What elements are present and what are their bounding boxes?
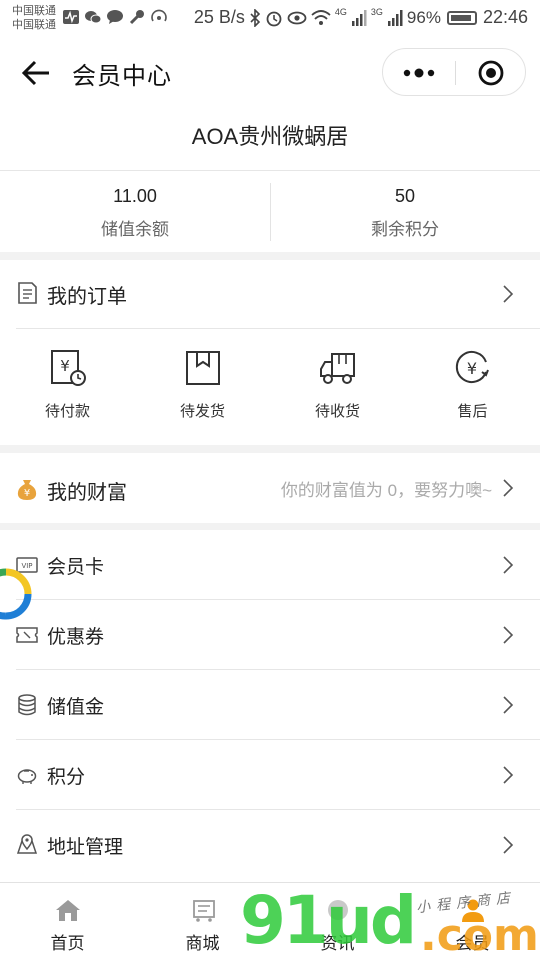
menu-coupons-label: 优惠券 xyxy=(47,627,105,648)
message-icon xyxy=(107,10,123,24)
carrier-1: 中国联通 xyxy=(12,5,56,17)
tab-member-label: 会员 xyxy=(455,934,490,953)
order-pending-receipt[interactable]: 待收货 xyxy=(270,344,405,424)
chevron-right-icon xyxy=(503,696,514,714)
wifi-icon xyxy=(311,9,331,25)
refund-icon: ¥ xyxy=(455,351,489,383)
svg-text:¥: ¥ xyxy=(24,488,30,499)
wrench-icon xyxy=(129,10,144,25)
menu-vip-card-label: 会员卡 xyxy=(47,557,105,578)
activity-icon xyxy=(63,10,79,24)
more-button[interactable] xyxy=(383,49,455,97)
net-4g-label: 4G xyxy=(334,7,347,17)
tab-shop[interactable]: 商城 xyxy=(135,883,270,960)
status-right: 25 B/s 4G 3G 96% 22:46 xyxy=(194,7,528,28)
orders-card: 我的订单 ¥ 待付款 待发货 待收货 ¥ 售后 xyxy=(0,260,540,445)
alarm-icon xyxy=(266,11,282,26)
order-pending-receipt-label: 待收货 xyxy=(314,403,360,420)
tab-shop-label: 商城 xyxy=(185,934,220,953)
shop-name: AOA贵州微蜗居 xyxy=(0,110,540,170)
net-speed: 25 B/s xyxy=(193,7,245,27)
arrow-left-icon[interactable] xyxy=(20,56,54,90)
piggy-bank-icon xyxy=(17,769,37,784)
orders-divider xyxy=(16,328,540,329)
member-menu: VIP 会员卡 优惠券 储值金 积分 地址管理 xyxy=(0,530,540,882)
carrier-info: 中国联通 中国联通 xyxy=(12,4,56,32)
net-3g-label: 3G xyxy=(370,7,383,17)
order-pending-payment[interactable]: ¥ 待付款 xyxy=(0,344,135,424)
menu-address-label: 地址管理 xyxy=(47,837,124,858)
truck-icon xyxy=(319,353,355,384)
home-icon xyxy=(55,900,80,921)
carrier-2: 中国联通 xyxy=(12,19,56,31)
menu-vip-card[interactable]: VIP 会员卡 xyxy=(0,530,540,600)
stat-balance[interactable]: 11.00 储值余额 xyxy=(0,171,270,253)
miniprogram-capsule xyxy=(382,48,526,96)
status-bar: 中国联通 中国联通 25 B/s 4G 3G 96% 22:46 xyxy=(0,0,540,36)
pending-shipment-icon xyxy=(185,351,220,385)
close-miniprogram-button[interactable] xyxy=(455,49,527,97)
order-after-sales[interactable]: ¥ 售后 xyxy=(405,344,540,424)
chevron-right-icon xyxy=(503,626,514,644)
coins-stack-icon xyxy=(18,694,36,716)
wealth-hint: 你的财富值为 0，要努力噢~ xyxy=(280,481,492,500)
pending-payment-icon: ¥ xyxy=(50,350,86,386)
menu-coupons[interactable]: 优惠券 xyxy=(0,600,540,670)
battery-icon xyxy=(446,10,477,25)
signal-icon-2 xyxy=(387,9,403,26)
order-pending-shipment[interactable]: 待发货 xyxy=(135,344,270,424)
stat-points-value: 50 xyxy=(394,186,416,206)
chevron-right-icon xyxy=(503,766,514,784)
loading-spinner xyxy=(0,568,32,620)
menu-points[interactable]: 积分 xyxy=(0,740,540,810)
tab-home[interactable]: 首页 xyxy=(0,883,135,960)
svg-text:¥: ¥ xyxy=(60,357,70,375)
tab-news-label: 资讯 xyxy=(320,934,355,953)
order-after-sales-label: 售后 xyxy=(457,403,488,420)
stat-balance-label: 储值余额 xyxy=(101,220,169,239)
target-close-icon xyxy=(478,60,504,86)
status-notification-icons xyxy=(62,9,168,25)
hotspot-icon xyxy=(151,9,167,22)
tab-home-label: 首页 xyxy=(50,934,85,953)
stat-balance-value: 11.00 xyxy=(113,186,157,206)
clock: 22:46 xyxy=(482,7,528,27)
navigation-bar: 会员中心 xyxy=(0,36,540,110)
my-wealth-row[interactable]: ¥ 我的财富 你的财富值为 0，要努力噢~ xyxy=(0,453,540,523)
my-wealth-label: 我的财富 xyxy=(47,482,127,504)
chevron-right-icon xyxy=(503,556,514,574)
shop-cart-icon xyxy=(192,900,215,922)
stat-points[interactable]: 50 剩余积分 xyxy=(270,171,540,253)
tab-news[interactable]: 资讯 xyxy=(270,883,405,960)
my-orders-row[interactable]: 我的订单 xyxy=(0,260,540,328)
member-stats: 11.00 储值余额 50 剩余积分 xyxy=(0,170,540,252)
news-icon xyxy=(327,900,348,920)
coupon-icon xyxy=(16,627,38,643)
menu-stored-value[interactable]: 储值金 xyxy=(0,670,540,740)
chevron-right-icon xyxy=(503,479,514,497)
order-pending-shipment-label: 待发货 xyxy=(179,403,225,420)
member-icon xyxy=(461,899,484,922)
order-list-icon xyxy=(18,282,37,304)
bluetooth-icon xyxy=(250,8,261,27)
bottom-tab-bar: 首页 商城 资讯 会员 xyxy=(0,882,540,960)
map-pin-icon xyxy=(16,834,38,854)
battery-percent: 96% xyxy=(406,7,441,27)
money-bag-icon: ¥ xyxy=(17,480,37,500)
order-pending-payment-label: 待付款 xyxy=(44,403,90,420)
more-dots-icon xyxy=(403,68,435,78)
wechat-icon xyxy=(85,11,102,24)
eye-icon xyxy=(287,11,307,24)
chevron-right-icon xyxy=(503,836,514,854)
tab-member[interactable]: 会员 xyxy=(405,883,540,960)
menu-address[interactable]: 地址管理 xyxy=(0,810,540,880)
page-title: 会员中心 xyxy=(72,63,172,90)
signal-icon xyxy=(351,9,367,26)
chevron-right-icon xyxy=(503,285,514,303)
svg-text:¥: ¥ xyxy=(466,359,476,378)
my-orders-label: 我的订单 xyxy=(47,286,127,308)
menu-points-label: 积分 xyxy=(47,767,86,788)
menu-stored-value-label: 储值金 xyxy=(47,697,105,718)
stat-points-label: 剩余积分 xyxy=(371,220,439,239)
